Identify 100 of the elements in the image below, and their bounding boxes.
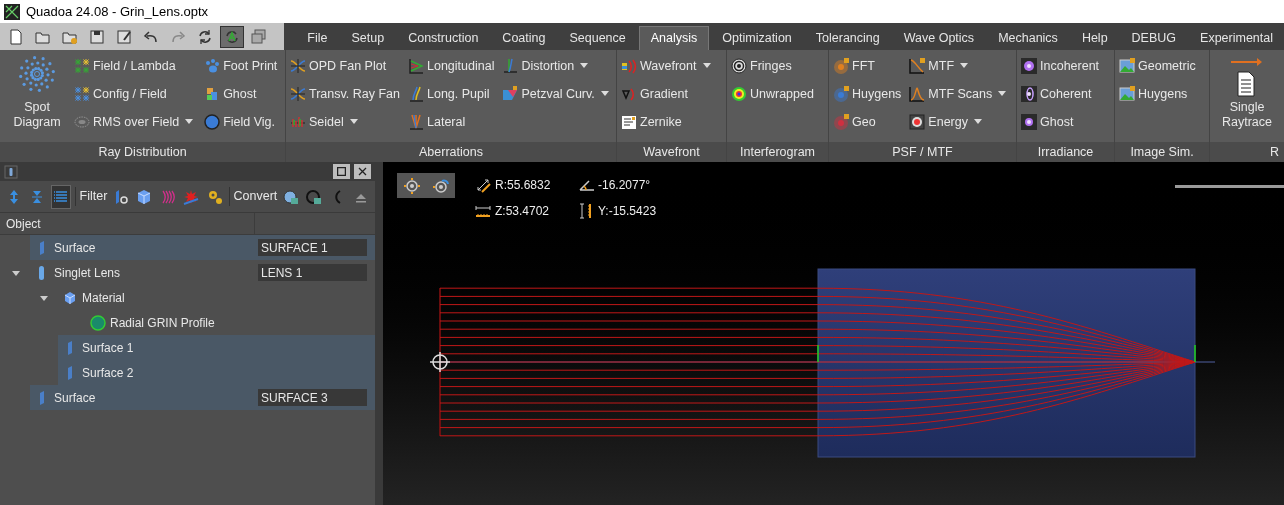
ribbon-button[interactable]: Energy	[909, 108, 1014, 136]
tree-label: Surface	[54, 389, 96, 407]
target-icon[interactable]	[402, 176, 421, 195]
tree-row[interactable]: Material	[58, 285, 375, 310]
menu-tab[interactable]: Tolerancing	[804, 26, 891, 50]
group-label: Irradiance	[1037, 143, 1094, 161]
target-reset-icon[interactable]	[431, 176, 450, 195]
lock-circle-icon	[283, 188, 299, 205]
asterisks-icon	[74, 86, 90, 102]
tree-row[interactable]: Surface 2	[58, 360, 375, 385]
ribbon-button[interactable]: Incoherent	[1021, 52, 1104, 80]
surface-icon	[68, 340, 72, 355]
ribbon-button[interactable]: Ghost	[1021, 108, 1104, 136]
lock-ring-icon	[306, 188, 323, 205]
menu-tab[interactable]: DEBUG	[1120, 26, 1188, 50]
nabla-icon	[621, 86, 637, 102]
close-button[interactable]	[354, 164, 371, 179]
tree-row[interactable]: Surface SURFACE 1	[30, 235, 375, 260]
expand-arrow-icon[interactable]	[40, 293, 48, 302]
curve-plot-icon	[909, 58, 926, 74]
petzval-icon	[502, 86, 519, 102]
glow-icon	[1021, 114, 1037, 130]
tree-label: Material	[82, 289, 125, 307]
menu-tab[interactable]: Help	[1070, 26, 1119, 50]
ribbon-button[interactable]: Coherent	[1021, 80, 1104, 108]
ribbon-button[interactable]: Fringes	[731, 52, 818, 80]
ribbon-button[interactable]: Lateral	[408, 108, 499, 136]
ribbon-button[interactable]: Spot Diagram	[4, 52, 70, 140]
menu-tab[interactable]: Wave Optics	[892, 26, 986, 50]
menu-tab[interactable]: Sequence	[558, 26, 637, 50]
menu-tab[interactable]: Analysis	[638, 26, 710, 50]
ribbon-button[interactable]: Field / Lambda	[74, 52, 201, 80]
group-label: Interferogram	[740, 143, 815, 161]
ribbon-button[interactable]: Seidel	[290, 108, 404, 136]
ribbon-button[interactable]: Foot Print	[204, 52, 282, 80]
ribbon-button[interactable]: Huygens	[833, 80, 906, 108]
ribbon-button[interactable]: MTF Scans	[909, 80, 1014, 108]
restore-button[interactable]	[333, 164, 350, 179]
menu-tab[interactable]: File	[296, 26, 339, 50]
expand-arrow-icon[interactable]	[12, 268, 20, 277]
ribbon-button[interactable]: Geo	[833, 108, 906, 136]
ribbon-button[interactable]: Petzval Curv.	[502, 80, 616, 108]
coordinate-readout: -16.2077°	[598, 177, 651, 194]
ribbon-button[interactable]: FFT	[833, 52, 906, 80]
triangle-plot-icon	[408, 58, 424, 74]
ribbon-button[interactable]: Distortion	[502, 52, 616, 80]
menu-tab[interactable]: Coating	[491, 26, 557, 50]
ribbon-button[interactable]: OPD Fan Plot	[290, 52, 404, 80]
crosshair-icon[interactable]	[429, 351, 451, 373]
ribbon-button[interactable]: Zernike	[621, 108, 718, 136]
coordinate-readout: Y:-15.5423	[598, 203, 657, 220]
menu-tab[interactable]: Mechanics	[987, 26, 1069, 50]
tree-row[interactable]: Singlet Lens LENS 1	[30, 260, 375, 285]
list-icon	[52, 188, 69, 205]
name-field[interactable]: LENS 1	[258, 264, 367, 281]
ribbon-button[interactable]: Single Raytrace	[1214, 52, 1280, 140]
ribbon-button[interactable]: Transv. Ray Fan	[290, 80, 404, 108]
coordinate-readout: R:55.6832	[495, 177, 551, 194]
burst-icon	[909, 114, 926, 130]
menu-tab[interactable]: Optimization	[711, 26, 803, 50]
name-field[interactable]: SURFACE 1	[258, 239, 367, 256]
ribbon-button[interactable]: Longitudinal	[408, 52, 499, 80]
image-icon	[1119, 86, 1135, 102]
peak-plot-icon	[909, 86, 926, 102]
ribbon-button[interactable]: MTF	[909, 52, 1014, 80]
ribbon-button[interactable]: Unwrapped	[731, 80, 818, 108]
ribbon-button[interactable]: Long. Pupil	[408, 80, 499, 108]
dotted-circle-icon	[74, 114, 90, 130]
group-label: R	[1270, 143, 1279, 161]
save-edit-icon	[115, 27, 133, 46]
menu-tab[interactable]: Experimental	[1189, 26, 1284, 50]
gradient-circle-icon	[90, 314, 106, 331]
group-label: PSF / MTF	[892, 143, 953, 161]
ribbon-button[interactable]: Ghost	[204, 80, 282, 108]
toolbar-button[interactable]	[220, 25, 244, 48]
blurred-spot-icon	[833, 114, 849, 130]
bars-icon	[290, 114, 306, 130]
ribbon-button[interactable]: Huygens	[1119, 80, 1200, 108]
tree-row[interactable]: Surface SURFACE 3	[30, 385, 375, 410]
ribbon-button[interactable]: Field Vig.	[204, 108, 282, 136]
toolbar-label: Filter	[74, 187, 108, 206]
restore-icon	[337, 167, 346, 176]
refresh-icon	[196, 27, 214, 46]
tree-label: Surface 1	[82, 339, 134, 357]
ribbon-button[interactable]: Gradient	[621, 80, 718, 108]
surface-icon	[40, 240, 44, 255]
tree-row[interactable]: Radial GRIN Profile	[86, 310, 375, 335]
document-icon	[7, 27, 25, 46]
ribbon-button[interactable]: RMS over Field	[74, 108, 201, 136]
menu-tab[interactable]: Setup	[340, 26, 396, 50]
rings-icon	[731, 58, 747, 74]
ribbon-button[interactable]: Geometric	[1119, 52, 1200, 80]
menu-tab[interactable]: Construction	[397, 26, 490, 50]
name-field[interactable]: SURFACE 3	[258, 389, 367, 406]
tree-row[interactable]: Surface 1	[58, 335, 375, 360]
surface-gear-icon	[113, 188, 130, 205]
ribbon-button[interactable]: Wavefront	[621, 52, 718, 80]
curves-icon	[290, 86, 306, 102]
ribbon-button[interactable]: Config / Field	[74, 80, 201, 108]
pin-icon[interactable]	[4, 164, 18, 179]
